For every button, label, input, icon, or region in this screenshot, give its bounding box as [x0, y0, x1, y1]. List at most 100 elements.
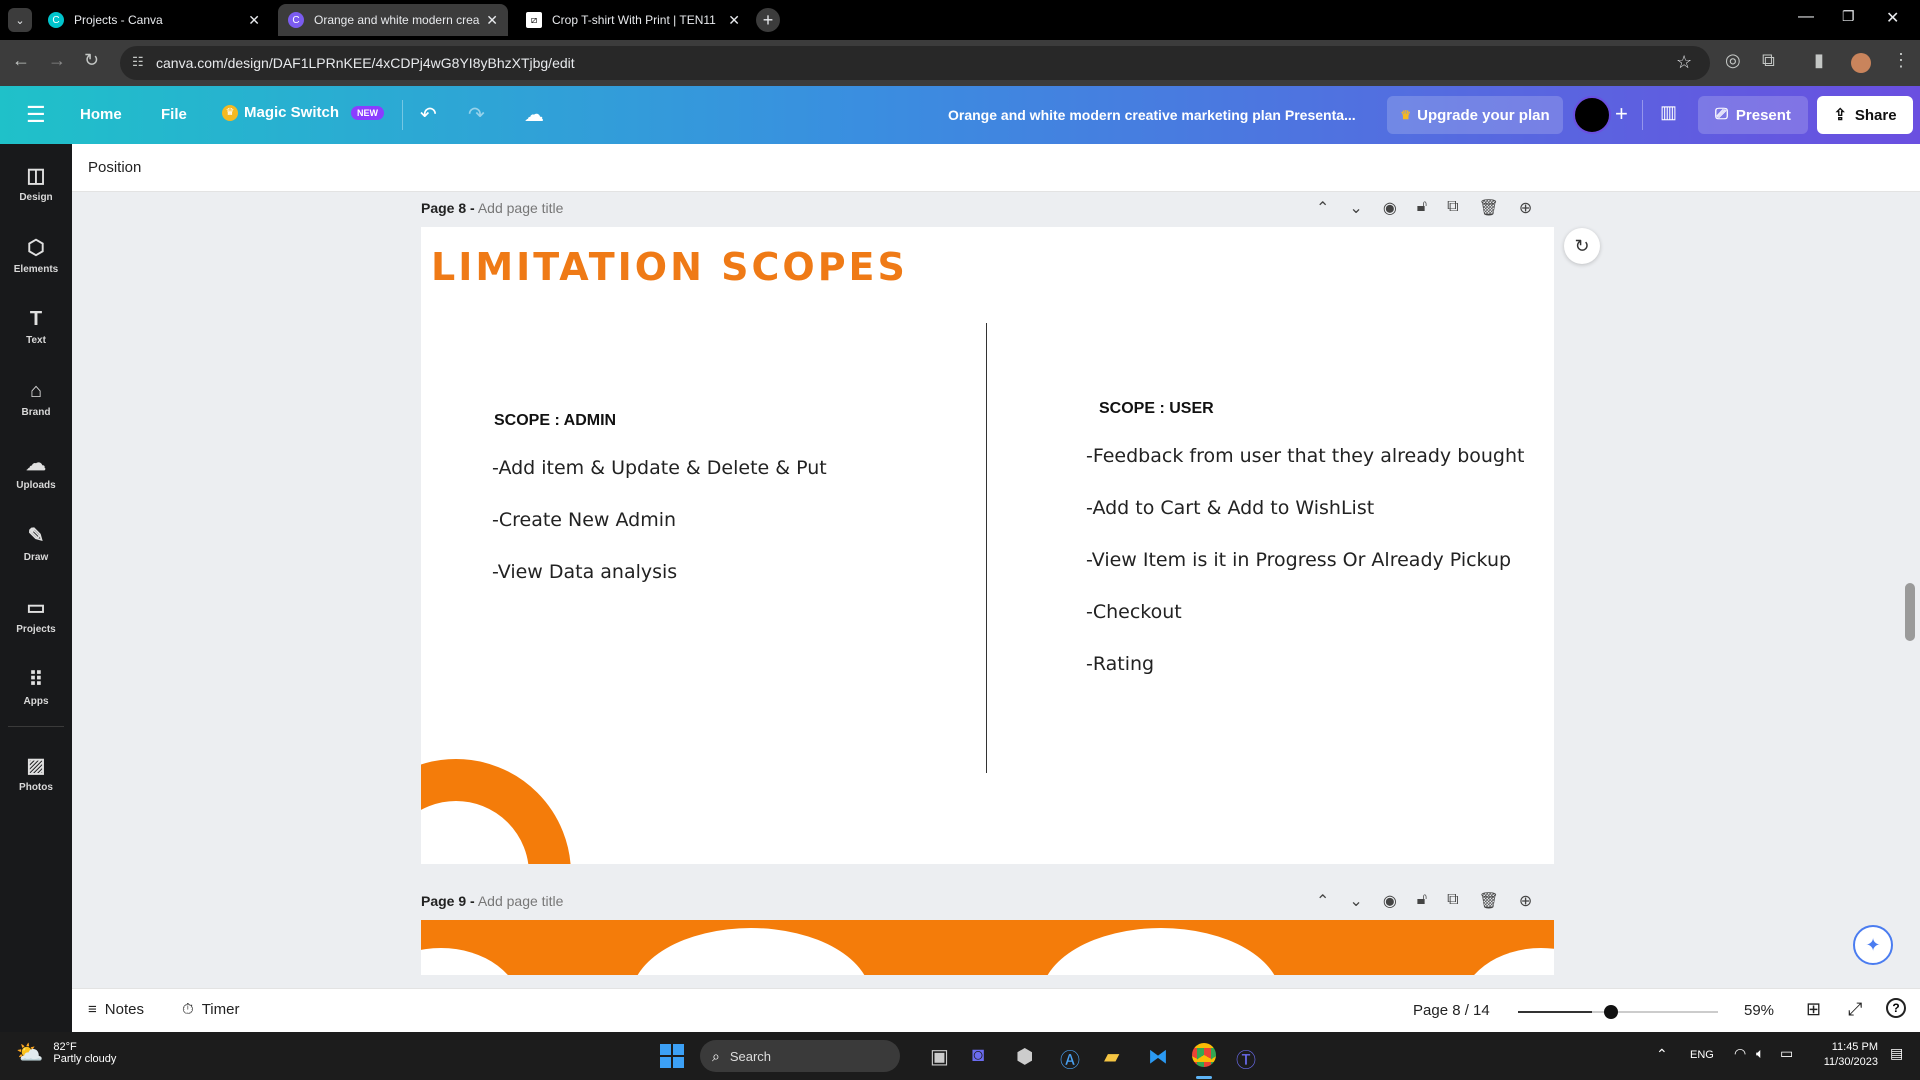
delete-page-icon[interactable]: 🗑︎	[1479, 891, 1499, 911]
insights-chart-icon[interactable]: ▥	[1660, 102, 1677, 123]
browser-menu-icon[interactable]: ⋮	[1892, 50, 1910, 71]
notification-icon[interactable]: ▤	[1890, 1045, 1903, 1062]
language-indicator[interactable]: ENG	[1690, 1049, 1714, 1061]
home-button[interactable]: Home	[80, 106, 122, 123]
file-menu[interactable]: File	[161, 106, 187, 123]
task-view-icon[interactable]: ▣	[930, 1044, 949, 1069]
forward-icon[interactable]: →	[48, 50, 66, 71]
add-collaborator-icon[interactable]: +	[1615, 101, 1628, 127]
teams-icon[interactable]: Ⓣ	[1236, 1044, 1256, 1073]
duplicate-page-icon[interactable]: ⧉	[1447, 198, 1458, 218]
page-title-input[interactable]: Add page title	[478, 893, 564, 909]
user-list-item[interactable]: -View Item is it in Progress Or Already …	[1086, 549, 1511, 571]
document-title[interactable]: Orange and white modern creative marketi…	[948, 107, 1356, 123]
tab-search-button[interactable]: ⌄	[8, 8, 32, 32]
present-button[interactable]: ⎚ Present	[1698, 96, 1808, 134]
admin-list-item[interactable]: -Add item & Update & Delete & Put	[492, 457, 827, 479]
sidebar-item-text[interactable]: T Text	[0, 296, 72, 358]
hide-page-icon[interactable]: ◉	[1383, 198, 1397, 218]
admin-list-item[interactable]: -View Data analysis	[492, 561, 677, 583]
lock-page-icon[interactable]: 🔓︎	[1417, 198, 1427, 218]
sidebar-item-elements[interactable]: ⬡ Elements	[0, 224, 72, 286]
orange-arc-decoration[interactable]	[421, 759, 571, 864]
vscode-icon[interactable]: ⧓	[1148, 1044, 1168, 1069]
magic-assistant-button[interactable]: ✦	[1853, 925, 1893, 965]
timer-button[interactable]: ⏱ Timer	[182, 1001, 239, 1018]
add-page-icon[interactable]: ⊕	[1519, 198, 1532, 218]
main-menu-icon[interactable]: ☰	[26, 102, 46, 128]
browser-tab-active[interactable]: C Orange and white modern crea ✕	[278, 4, 508, 36]
user-list-item[interactable]: -Add to Cart & Add to WishList	[1086, 497, 1374, 519]
magic-switch-button[interactable]: ♛ Magic Switch NEW	[222, 104, 385, 121]
page-title-input[interactable]: Add page title	[478, 200, 564, 216]
sidebar-item-design[interactable]: ◫ Design	[0, 152, 72, 214]
close-tab-icon[interactable]: ✕	[248, 12, 260, 29]
browser-tab[interactable]: ⧄ Crop T-shirt With Print | TEN11 ✕	[516, 4, 750, 36]
app-icon[interactable]: ⬢	[1016, 1044, 1033, 1069]
sidebar-item-draw[interactable]: ✎ Draw	[0, 512, 72, 574]
zoom-slider-track[interactable]	[1518, 1011, 1718, 1013]
notes-button[interactable]: ≡ Notes	[88, 1001, 144, 1018]
bookmark-star-icon[interactable]: ☆	[1676, 52, 1692, 73]
redo-icon[interactable]: ↷	[468, 102, 485, 127]
user-scope-heading[interactable]: SCOPE : USER	[1099, 400, 1214, 418]
minimize-icon[interactable]: —	[1798, 8, 1814, 26]
address-bar[interactable]: ☷ canva.com/design/DAF1LPRnKEE/4xCDPj4wG…	[120, 46, 1710, 80]
battery-icon[interactable]: ▭	[1780, 1045, 1793, 1062]
upgrade-plan-button[interactable]: ♛ Upgrade your plan	[1387, 96, 1563, 134]
user-avatar[interactable]	[1573, 96, 1611, 134]
vertical-scrollbar-thumb[interactable]	[1905, 583, 1915, 641]
help-icon[interactable]: ?	[1886, 998, 1906, 1018]
fullscreen-icon[interactable]: ⤢	[1848, 999, 1862, 1020]
extensions-puzzle-icon[interactable]: ⧉	[1762, 50, 1775, 71]
admin-list-item[interactable]: -Create New Admin	[492, 509, 676, 531]
add-page-icon[interactable]: ⊕	[1519, 891, 1532, 911]
clock[interactable]: 11:45 PM 11/30/2023	[1812, 1041, 1878, 1068]
teams-meet-icon[interactable]: ◙	[972, 1044, 984, 1067]
undo-icon[interactable]: ↶	[420, 102, 437, 127]
windows-start-icon[interactable]	[660, 1044, 684, 1068]
close-tab-icon[interactable]: ✕	[728, 12, 740, 29]
move-page-up-icon[interactable]: ⌃	[1316, 198, 1329, 218]
zoom-level[interactable]: 59%	[1744, 1002, 1774, 1019]
cloud-saved-icon[interactable]: ☁	[524, 102, 544, 127]
slide-heading[interactable]: LIMITATION SCOPES	[431, 245, 908, 289]
weather-widget[interactable]: ⛅ 82°F Partly cloudy	[16, 1040, 116, 1066]
duplicate-page-icon[interactable]: ⧉	[1447, 891, 1458, 911]
admin-scope-heading[interactable]: SCOPE : ADMIN	[494, 412, 616, 430]
back-icon[interactable]: ←	[12, 50, 30, 71]
sidebar-item-projects[interactable]: ▭ Projects	[0, 584, 72, 646]
zoom-slider-handle[interactable]	[1604, 1005, 1618, 1019]
show-hidden-icons-icon[interactable]: ⌃	[1656, 1046, 1668, 1063]
grid-view-icon[interactable]: ⊞	[1806, 999, 1821, 1020]
sidebar-item-apps[interactable]: ⠿ Apps	[0, 656, 72, 718]
wifi-icon[interactable]: ◠	[1734, 1045, 1746, 1062]
browser-tab[interactable]: C Projects - Canva ✕	[38, 4, 270, 36]
user-list-item[interactable]: -Checkout	[1086, 601, 1182, 623]
file-explorer-icon[interactable]: ▰	[1104, 1044, 1119, 1069]
new-tab-button[interactable]: +	[756, 8, 780, 32]
lock-page-icon[interactable]: 🔓︎	[1417, 891, 1427, 911]
close-tab-icon[interactable]: ✕	[486, 12, 498, 29]
reload-icon[interactable]: ↻	[84, 50, 99, 71]
sidebar-item-uploads[interactable]: ☁ Uploads	[0, 440, 72, 502]
restore-icon[interactable]: ❐	[1842, 8, 1855, 25]
chrome-icon[interactable]	[1192, 1043, 1216, 1067]
move-page-up-icon[interactable]: ⌃	[1316, 891, 1329, 911]
user-list-item[interactable]: -Feedback from user that they already bo…	[1086, 445, 1524, 467]
move-page-down-icon[interactable]: ⌄	[1349, 198, 1362, 218]
delete-page-icon[interactable]: 🗑︎	[1479, 198, 1499, 218]
refresh-design-button[interactable]: ↻	[1564, 228, 1600, 264]
side-panel-icon[interactable]: ▮	[1814, 50, 1824, 71]
user-list-item[interactable]: -Rating	[1086, 653, 1154, 675]
close-window-icon[interactable]: ✕	[1886, 8, 1899, 28]
extension-icon[interactable]: ◎	[1725, 50, 1741, 71]
site-info-icon[interactable]: ☷	[132, 54, 144, 70]
profile-avatar[interactable]	[1851, 53, 1871, 73]
page-indicator[interactable]: Page 8 / 14	[1413, 1002, 1490, 1019]
sidebar-item-photos[interactable]: ▨ Photos	[0, 742, 72, 804]
sidebar-item-brand[interactable]: ⌂ Brand	[0, 368, 72, 430]
slide-page-9[interactable]	[421, 920, 1554, 975]
share-button[interactable]: ⇪ Share	[1817, 96, 1913, 134]
position-button[interactable]: Position	[88, 159, 141, 176]
